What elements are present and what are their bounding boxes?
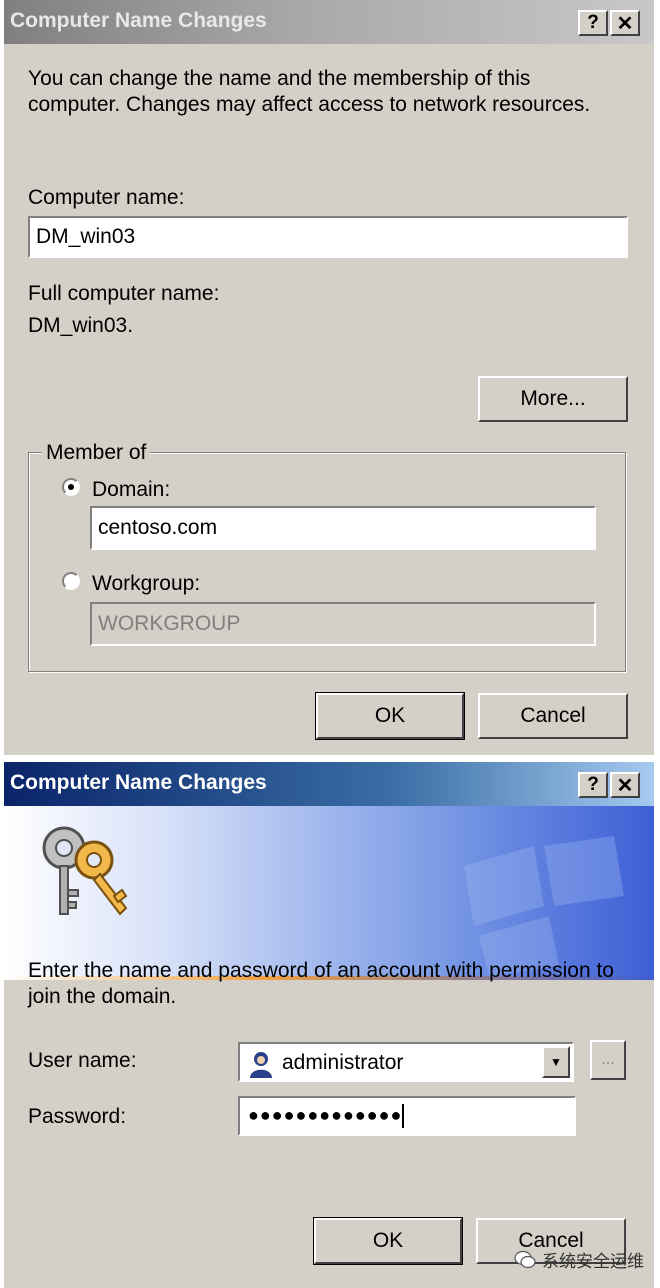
browse-button[interactable]: ...: [590, 1040, 626, 1080]
cancel-button-label: Cancel: [520, 704, 586, 727]
help-button[interactable]: ?: [578, 10, 608, 36]
user-name-value: administrator: [282, 1051, 404, 1074]
ok-button[interactable]: OK: [313, 1217, 463, 1265]
computer-name-changes-dialog: Computer Name Changes ? ✕ You can change…: [4, 0, 654, 755]
dialog-title: Computer Name Changes: [10, 771, 267, 794]
domain-input[interactable]: [90, 506, 596, 550]
dropdown-button[interactable]: ▼: [542, 1046, 570, 1078]
keys-icon: [42, 826, 128, 916]
dialog-title: Computer Name Changes: [10, 9, 267, 32]
title-bar[interactable]: Computer Name Changes ? ✕: [4, 762, 654, 806]
chevron-down-icon: ▼: [550, 1055, 562, 1069]
ok-button-label: OK: [372, 1229, 404, 1252]
wechat-icon: [514, 1250, 536, 1268]
password-input[interactable]: ●●●●●●●●●●●●●: [238, 1096, 576, 1136]
description-text: You can change the name and the membersh…: [28, 67, 591, 116]
user-name-combobox[interactable]: administrator ▼: [238, 1042, 574, 1082]
description-text: Enter the name and password of an accoun…: [28, 959, 614, 1008]
workgroup-label: Workgroup:: [92, 572, 201, 595]
close-button[interactable]: ✕: [610, 772, 640, 798]
member-of-label: Member of: [42, 441, 151, 465]
text-cursor: [402, 1104, 405, 1128]
radio-selected-dot: [68, 484, 74, 490]
browse-button-label: ...: [601, 1051, 615, 1068]
help-button[interactable]: ?: [578, 772, 608, 798]
ok-button-label: OK: [374, 704, 406, 727]
windows-logo-watermark-icon: [464, 836, 624, 976]
more-button-label: More...: [520, 387, 586, 410]
domain-credentials-dialog: Computer Name Changes ? ✕ Enter the name…: [4, 762, 654, 1288]
password-label: Password:: [28, 1105, 127, 1128]
user-name-label: User name:: [28, 1049, 137, 1072]
title-bar[interactable]: Computer Name Changes ? ✕: [4, 0, 654, 44]
domain-label: Domain:: [92, 478, 171, 501]
brand-watermark: 系统安全运维: [514, 1247, 644, 1272]
domain-radio[interactable]: [62, 478, 80, 496]
header-banner: [4, 806, 654, 976]
full-computer-name-label: Full computer name:: [28, 282, 220, 305]
close-icon: ✕: [616, 12, 634, 35]
close-button[interactable]: ✕: [610, 10, 640, 36]
user-icon: [250, 1052, 272, 1078]
computer-name-input[interactable]: [28, 216, 628, 258]
workgroup-radio[interactable]: [62, 572, 80, 590]
brand-watermark-text: 系统安全运维: [542, 1252, 644, 1271]
help-icon: ?: [587, 12, 599, 33]
more-button[interactable]: More...: [478, 376, 628, 422]
workgroup-input: [90, 602, 596, 646]
close-icon: ✕: [616, 774, 634, 797]
ok-button[interactable]: OK: [315, 692, 465, 740]
help-icon: ?: [587, 774, 599, 795]
computer-name-label: Computer name:: [28, 186, 185, 209]
full-computer-name-value: DM_win03.: [28, 314, 134, 337]
cancel-button[interactable]: Cancel: [478, 693, 628, 739]
password-value: ●●●●●●●●●●●●●: [248, 1104, 403, 1125]
